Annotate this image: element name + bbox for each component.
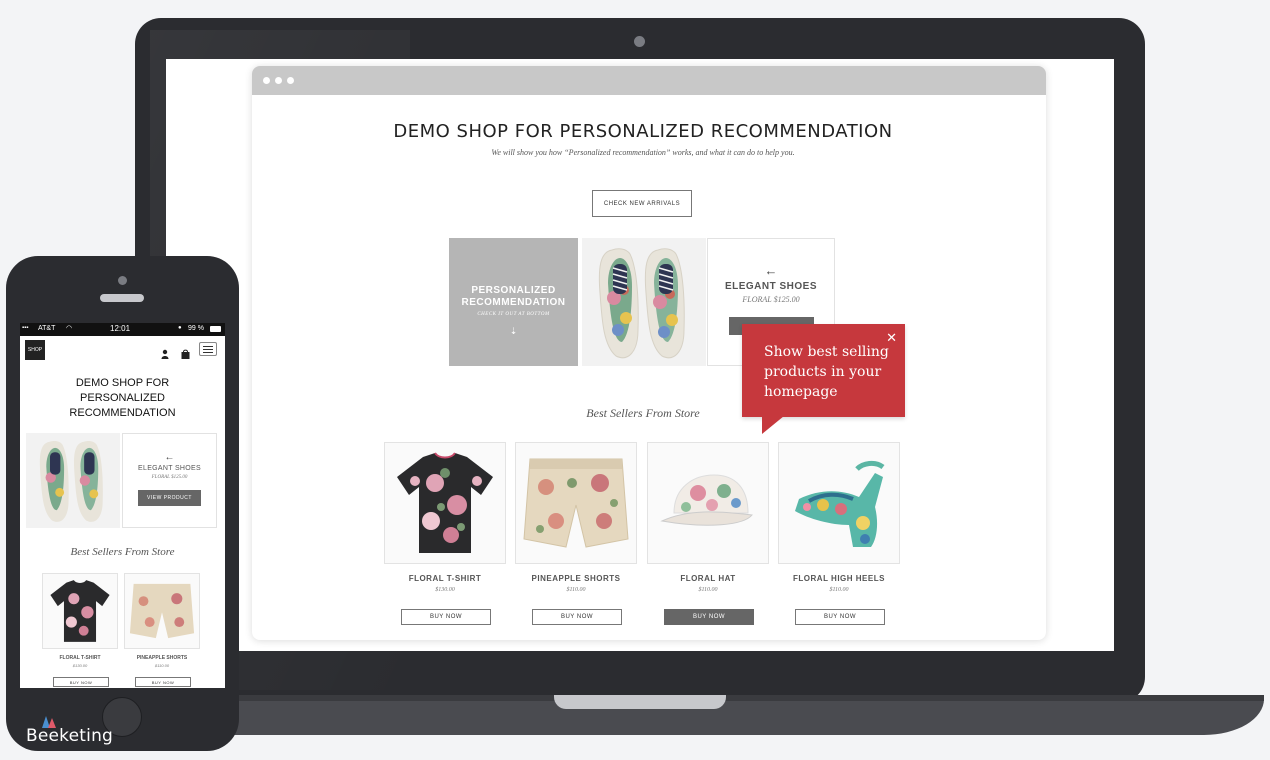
lock-rotation-icon: ● <box>178 325 182 331</box>
window-dot-icon[interactable] <box>287 77 294 84</box>
arrow-left-icon: ← <box>164 452 175 463</box>
product-image-heels[interactable] <box>778 442 900 564</box>
wifi-icon: ◠ <box>66 325 73 332</box>
tooltip-text: Show best selling products in your homep… <box>764 344 889 400</box>
mobile-product-image-shorts[interactable] <box>124 573 200 649</box>
personalized-promo-banner[interactable]: PERSONALIZED RECOMMENDATION CHECK IT OUT… <box>449 238 578 366</box>
beeketing-brand: Beeketing <box>26 726 114 746</box>
buy-now-button[interactable]: BUY NOW <box>401 609 491 625</box>
product-name[interactable]: FLORAL HIGH HEELS <box>764 574 914 583</box>
product-image-tshirt[interactable] <box>384 442 506 564</box>
phone-screen: ▪▪▪ AT&T ◠ 12:01 ● 99 % SHOP DEMO SHOP F… <box>20 323 225 688</box>
product-price: $110.00 <box>829 587 849 593</box>
mobile-featured-image[interactable] <box>26 433 120 528</box>
mobile-title-line3: RECOMMENDATION <box>69 407 176 419</box>
mobile-title-line2: PERSONALIZED <box>80 392 165 404</box>
shoe-left <box>598 248 639 359</box>
shoe-right <box>644 248 685 359</box>
phone-speaker <box>100 294 144 302</box>
mobile-title-line1: DEMO SHOP FOR <box>75 377 170 389</box>
clock-time: 12:01 <box>110 324 131 333</box>
product-price: $110.00 <box>698 587 718 593</box>
mobile-product-price: $130.00 <box>72 663 88 668</box>
browser-window: DEMO SHOP FOR PERSONALIZED RECOMMENDATIO… <box>252 66 1046 640</box>
product-name[interactable]: FLORAL HAT <box>633 574 783 583</box>
laptop-notch <box>554 695 726 709</box>
user-icon[interactable] <box>161 349 169 359</box>
best-sellers-heading: Best Sellers From Store <box>586 406 700 420</box>
laptop-camera <box>634 36 645 47</box>
shop-logo[interactable]: SHOP <box>25 340 45 360</box>
buy-now-button[interactable]: BUY NOW <box>795 609 885 625</box>
page-subtitle: We will show you how “Personalized recom… <box>491 148 795 157</box>
shopping-bag-icon[interactable] <box>181 349 190 359</box>
mobile-buy-now-button[interactable]: BUY NOW <box>53 677 109 687</box>
product-image-shorts[interactable] <box>515 442 637 564</box>
promo-heading-line2: RECOMMENDATION <box>461 297 566 308</box>
mobile-product-image-tshirt[interactable] <box>42 573 118 649</box>
mobile-best-sellers-heading: Best Sellers From Store <box>70 546 175 558</box>
buy-now-button[interactable]: BUY NOW <box>532 609 622 625</box>
mobile-featured-name: ELEGANT SHOES <box>138 465 201 472</box>
featured-product-price: FLORAL $125.00 <box>742 295 800 304</box>
product-name[interactable]: PINEAPPLE SHORTS <box>501 574 651 583</box>
product-image-hat[interactable] <box>647 442 769 564</box>
battery-percent: 99 % <box>188 325 204 332</box>
battery-icon <box>210 326 221 332</box>
phone-camera <box>118 276 127 285</box>
product-price: $110.00 <box>566 587 586 593</box>
status-bar: ▪▪▪ AT&T ◠ 12:01 ● 99 % <box>20 323 225 336</box>
featured-shoe-image[interactable] <box>582 238 706 366</box>
hamburger-menu-icon[interactable] <box>199 342 217 356</box>
featured-product-name: ELEGANT SHOES <box>724 281 818 292</box>
browser-titlebar <box>252 66 1046 95</box>
arrow-down-icon: ⇣ <box>509 326 518 336</box>
page-title: DEMO SHOP FOR PERSONALIZED RECOMMENDATIO… <box>393 121 893 142</box>
best-selling-tooltip: Show best selling products in your homep… <box>742 324 905 417</box>
mobile-product-name[interactable]: PINEAPPLE SHORTS <box>117 655 207 661</box>
mobile-featured-card[interactable]: ← ELEGANT SHOES FLORAL $125.00 VIEW PROD… <box>122 433 217 528</box>
arrow-left-icon: ← <box>764 263 778 278</box>
promo-heading-line1: PERSONALIZED <box>471 285 556 296</box>
window-dot-icon[interactable] <box>263 77 270 84</box>
check-new-arrivals-button[interactable]: CHECK NEW ARRIVALS <box>592 190 692 217</box>
tooltip-pointer <box>762 416 784 434</box>
mobile-featured-price: FLORAL $125.00 <box>151 475 188 480</box>
view-product-button[interactable]: VIEW PRODUCT <box>138 490 201 506</box>
close-icon[interactable]: ✕ <box>886 330 897 346</box>
mobile-product-name[interactable]: FLORAL T-SHIRT <box>35 655 125 661</box>
mobile-buy-now-button[interactable]: BUY NOW <box>135 677 191 687</box>
window-dot-icon[interactable] <box>275 77 282 84</box>
buy-now-button[interactable]: BUY NOW <box>664 609 754 625</box>
signal-icon: ▪▪▪ <box>22 325 29 331</box>
product-name[interactable]: FLORAL T-SHIRT <box>370 574 520 583</box>
carrier-label: AT&T <box>38 325 56 332</box>
product-price: $130.00 <box>435 587 455 593</box>
promo-subtext: CHECK IT OUT AT BOTTOM <box>477 312 550 317</box>
mobile-product-price: $110.00 <box>154 663 170 668</box>
